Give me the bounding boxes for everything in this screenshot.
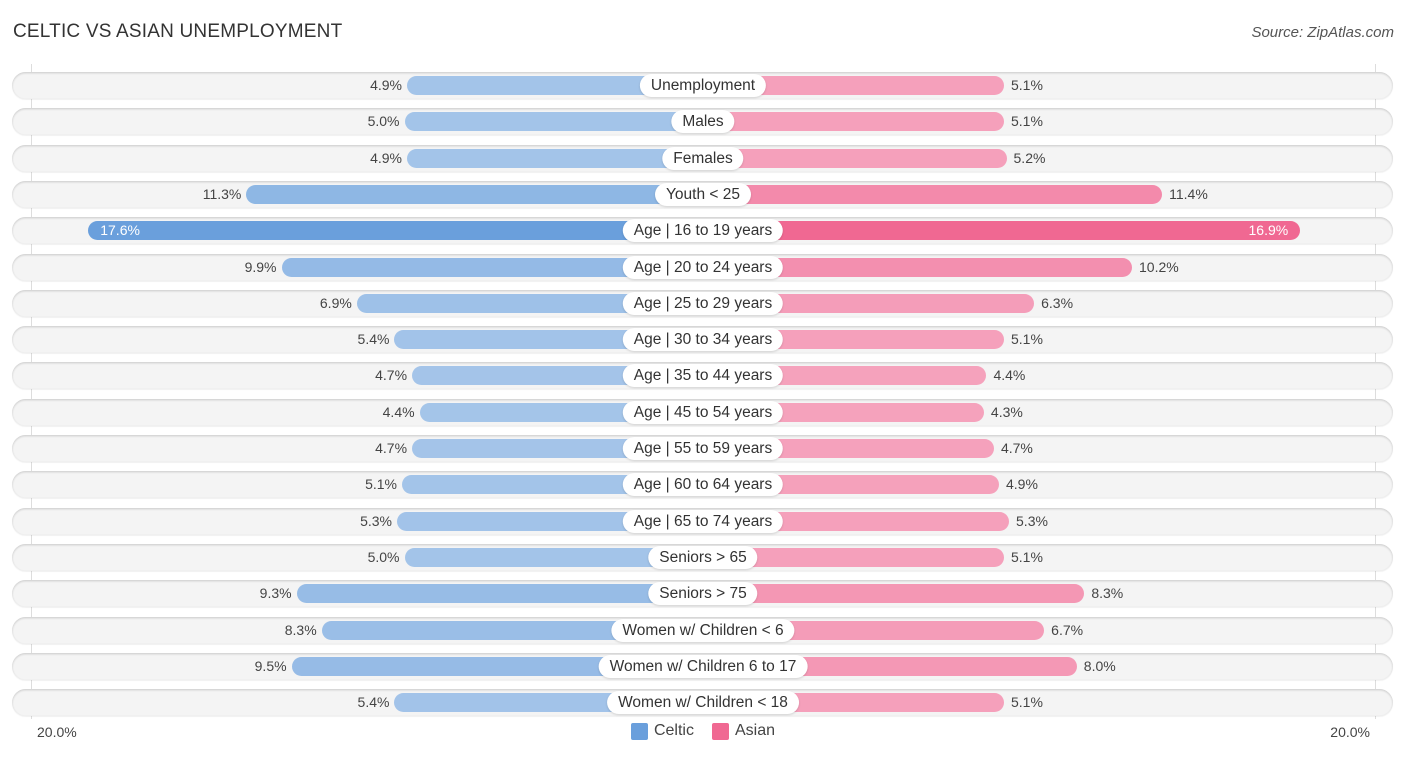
category-label: Age | 60 to 64 years <box>622 473 784 497</box>
category-label: Seniors > 75 <box>648 582 758 606</box>
value-label-asian: 8.0% <box>1083 657 1116 674</box>
value-label-asian: 6.3% <box>1041 294 1074 311</box>
bar-celtic[interactable] <box>246 184 703 204</box>
value-label-asian: 5.1% <box>1011 548 1043 565</box>
bar-celtic[interactable] <box>296 584 703 604</box>
category-label: Women w/ Children 6 to 17 <box>598 654 808 678</box>
category-label: Women w/ Children < 6 <box>611 618 795 642</box>
value-label-celtic: 8.3% <box>284 621 317 638</box>
value-label-celtic: 17.6% <box>100 222 140 239</box>
value-label-asian: 5.1% <box>1011 694 1043 711</box>
category-label: Age | 55 to 59 years <box>622 437 784 460</box>
value-label-celtic: 9.3% <box>259 585 292 602</box>
legend-label-celtic: Celtic <box>653 722 694 739</box>
bar-asian[interactable] <box>703 584 1085 604</box>
chart-title: CELTIC VS ASIAN UNEMPLOYMENT <box>13 21 343 42</box>
category-label: Youth < 25 <box>655 182 751 206</box>
category-label: Age | 25 to 29 years <box>622 291 784 315</box>
category-label: Males <box>671 110 735 134</box>
value-label-asian: 10.2% <box>1139 258 1179 275</box>
bar-asian[interactable] <box>703 184 1163 204</box>
value-label-celtic: 5.0% <box>367 113 400 130</box>
category-label: Age | 20 to 24 years <box>622 255 784 279</box>
category-label: Age | 30 to 34 years <box>622 328 784 352</box>
value-label-celtic: 4.7% <box>375 367 408 384</box>
value-label-celtic: 5.0% <box>367 548 400 565</box>
value-label-asian: 4.7% <box>1000 440 1033 456</box>
value-label-celtic: 11.3% <box>202 185 242 202</box>
value-label-asian: 4.9% <box>1005 476 1038 493</box>
value-label-asian: 4.3% <box>990 403 1023 420</box>
value-label-asian: 8.3% <box>1091 585 1124 602</box>
value-label-asian: 11.4% <box>1169 185 1208 202</box>
value-label-celtic: 9.9% <box>244 258 277 275</box>
category-label: Seniors > 65 <box>648 545 758 569</box>
value-label-celtic: 5.3% <box>360 512 392 529</box>
source-label: Source: ZipAtlas.com <box>1251 24 1394 41</box>
value-label-asian: 4.4% <box>993 367 1026 384</box>
value-label-asian: 6.7% <box>1051 621 1084 638</box>
value-label-celtic: 4.9% <box>370 77 403 93</box>
value-label-celtic: 4.7% <box>375 440 408 456</box>
value-label-asian: 5.1% <box>1011 331 1043 348</box>
bar-celtic[interactable] <box>88 221 703 241</box>
value-label-celtic: 9.5% <box>254 657 287 674</box>
value-label-celtic: 4.4% <box>382 403 415 420</box>
category-label: Age | 16 to 19 years <box>622 219 784 243</box>
legend-item-celtic[interactable]: Celtic <box>630 722 694 740</box>
legend-swatch-asian <box>711 722 729 740</box>
bar-asian[interactable] <box>703 112 1004 132</box>
value-label-celtic: 5.4% <box>357 331 390 348</box>
legend-label-asian: Asian <box>734 722 776 739</box>
category-label: Females <box>662 146 744 170</box>
legend: Celtic Asian <box>0 722 1406 740</box>
bar-celtic[interactable] <box>404 112 703 132</box>
category-label: Age | 35 to 44 years <box>622 364 784 388</box>
bar-asian[interactable] <box>703 148 1007 168</box>
value-label-celtic: 6.9% <box>319 294 352 311</box>
legend-swatch-celtic <box>630 722 648 740</box>
category-label: Women w/ Children < 18 <box>607 691 799 715</box>
value-label-asian: 5.1% <box>1011 113 1043 130</box>
category-label: Age | 65 to 74 years <box>622 509 784 533</box>
category-label: Unemployment <box>639 74 767 97</box>
legend-item-asian[interactable]: Asian <box>711 722 776 740</box>
value-label-asian: 5.3% <box>1016 512 1048 529</box>
bar-asian[interactable] <box>703 221 1301 241</box>
value-label-asian: 5.2% <box>1013 149 1046 166</box>
value-label-asian: 16.9% <box>1248 222 1289 239</box>
category-label: Age | 45 to 54 years <box>622 400 784 424</box>
value-label-celtic: 4.9% <box>370 149 403 166</box>
value-label-celtic: 5.1% <box>365 476 397 493</box>
value-label-celtic: 5.4% <box>357 694 390 711</box>
value-label-asian: 5.1% <box>1011 77 1043 93</box>
bar-celtic[interactable] <box>407 148 703 168</box>
